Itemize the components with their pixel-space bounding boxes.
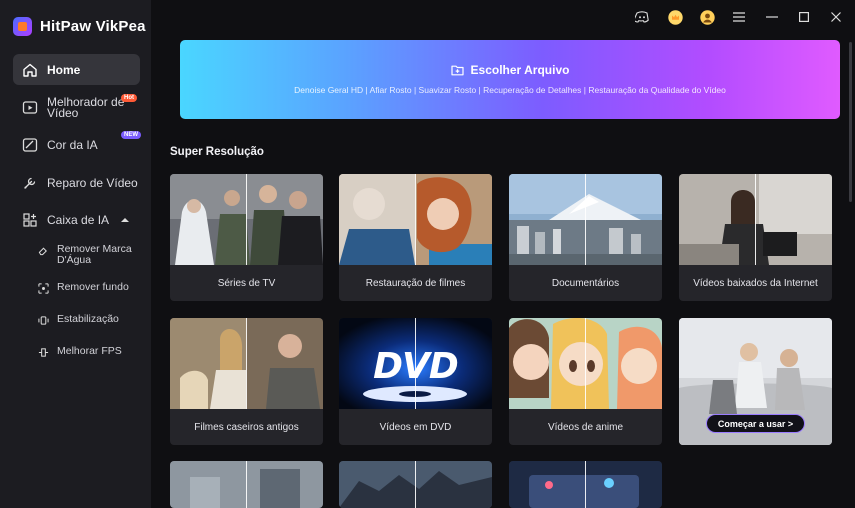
comparison-divider[interactable] xyxy=(246,174,247,265)
card-row3-1[interactable] xyxy=(170,461,323,508)
app-logo xyxy=(13,17,32,36)
sidebar-subitem-remove-watermark[interactable]: Remover Marca D'Água xyxy=(38,244,148,266)
chevron-up-icon xyxy=(121,218,129,222)
card-label: Filmes caseiros antigos xyxy=(194,421,299,433)
sidebar-item-ai-color[interactable]: Cor da IA xyxy=(13,136,140,154)
card-home-movies[interactable]: Filmes caseiros antigos xyxy=(170,318,323,445)
card-downloaded-videos[interactable]: Vídeos baixados da Internet xyxy=(679,174,832,301)
choose-file-banner[interactable]: Escolher Arquivo Denoise Geral HD | Afia… xyxy=(180,40,840,119)
maximize-icon[interactable] xyxy=(796,9,812,25)
card-label: Documentários xyxy=(551,277,620,289)
comparison-divider[interactable] xyxy=(755,174,756,265)
app-name: HitPaw VikPea xyxy=(40,18,146,35)
card-get-started[interactable]: Começar a usar > xyxy=(679,318,832,445)
close-icon[interactable] xyxy=(828,9,844,25)
sidebar-subitem-stabilization[interactable]: Estabilização xyxy=(38,314,148,326)
comparison-divider[interactable] xyxy=(415,174,416,265)
comparison-divider[interactable] xyxy=(585,318,586,409)
card-row3-3[interactable] xyxy=(509,461,662,508)
card-tv-series[interactable]: Séries de TV xyxy=(170,174,323,301)
comparison-divider[interactable] xyxy=(585,461,586,508)
ai-toolbox-icon xyxy=(23,213,37,227)
sidebar-subitem-remove-background[interactable]: Remover fundo xyxy=(38,282,148,294)
hot-badge: Hot xyxy=(121,94,137,102)
sidebar-subitem-label: Remover Marca D'Água xyxy=(57,243,132,266)
sidebar-subitem-label: Estabilização xyxy=(57,313,119,325)
menu-icon[interactable] xyxy=(731,9,747,25)
sidebar-item-ai-toolbox[interactable]: Caixa de IA xyxy=(13,211,140,229)
comparison-divider[interactable] xyxy=(246,318,247,409)
video-enhancer-icon xyxy=(22,101,38,114)
comparison-divider[interactable] xyxy=(246,461,247,508)
ai-color-icon xyxy=(22,138,38,152)
card-documentaries[interactable]: Documentários xyxy=(509,174,662,301)
folder-add-icon xyxy=(450,65,464,76)
sidebar-subitem-label: Remover fundo xyxy=(57,281,129,293)
card-label: Vídeos baixados da Internet xyxy=(693,277,818,289)
discord-icon[interactable] xyxy=(634,9,650,25)
choose-file-button[interactable]: Escolher Arquivo xyxy=(180,63,840,77)
comparison-divider[interactable] xyxy=(585,174,586,265)
sidebar-item-label: Home xyxy=(47,62,81,77)
sidebar-item-video-repair[interactable]: Reparo de Vídeo xyxy=(13,174,140,192)
section-title: Super Resolução xyxy=(170,146,264,158)
comparison-divider[interactable] xyxy=(415,461,416,508)
premium-crown-icon[interactable] xyxy=(667,9,683,25)
video-repair-icon xyxy=(24,177,36,189)
new-badge: NEW xyxy=(121,131,141,139)
sidebar: HitPaw VikPea Home Melhorador de Vídeo H… xyxy=(0,0,151,508)
home-icon xyxy=(23,63,37,77)
minimize-icon[interactable] xyxy=(764,9,780,25)
sidebar-subitem-improve-fps[interactable]: Melhorar FPS xyxy=(38,346,148,358)
banner-features: Denoise Geral HD | Afiar Rosto | Suaviza… xyxy=(294,85,726,95)
card-label: Vídeos de anime xyxy=(547,421,624,433)
card-film-restoration[interactable]: Restauração de filmes xyxy=(339,174,492,301)
sidebar-item-label: Reparo de Vídeo xyxy=(47,176,138,190)
card-label: Vídeos em DVD xyxy=(379,421,452,433)
sidebar-item-home[interactable]: Home xyxy=(13,54,140,85)
scrollbar[interactable] xyxy=(849,42,852,202)
stabilization-icon xyxy=(38,316,49,325)
comparison-divider[interactable] xyxy=(415,318,416,409)
background-remove-icon xyxy=(38,283,49,294)
card-row3-2[interactable] xyxy=(339,461,492,508)
get-started-button[interactable]: Começar a usar > xyxy=(706,414,805,433)
sidebar-item-label: Caixa de IA xyxy=(47,213,110,227)
card-dvd-videos[interactable]: DVD Vídeos em DVD xyxy=(339,318,492,445)
fps-icon xyxy=(38,348,49,357)
card-anime-videos[interactable]: Vídeos de anime xyxy=(509,318,662,445)
card-label: Séries de TV xyxy=(217,277,276,289)
brand: HitPaw VikPea xyxy=(13,17,146,36)
user-avatar-icon[interactable] xyxy=(699,9,715,25)
sidebar-subitem-label: Melhorar FPS xyxy=(57,345,122,357)
card-label: Restauração de filmes xyxy=(365,277,466,289)
choose-file-label: Escolher Arquivo xyxy=(470,63,570,77)
sidebar-item-label: Cor da IA xyxy=(47,138,98,152)
eraser-icon xyxy=(38,247,47,256)
